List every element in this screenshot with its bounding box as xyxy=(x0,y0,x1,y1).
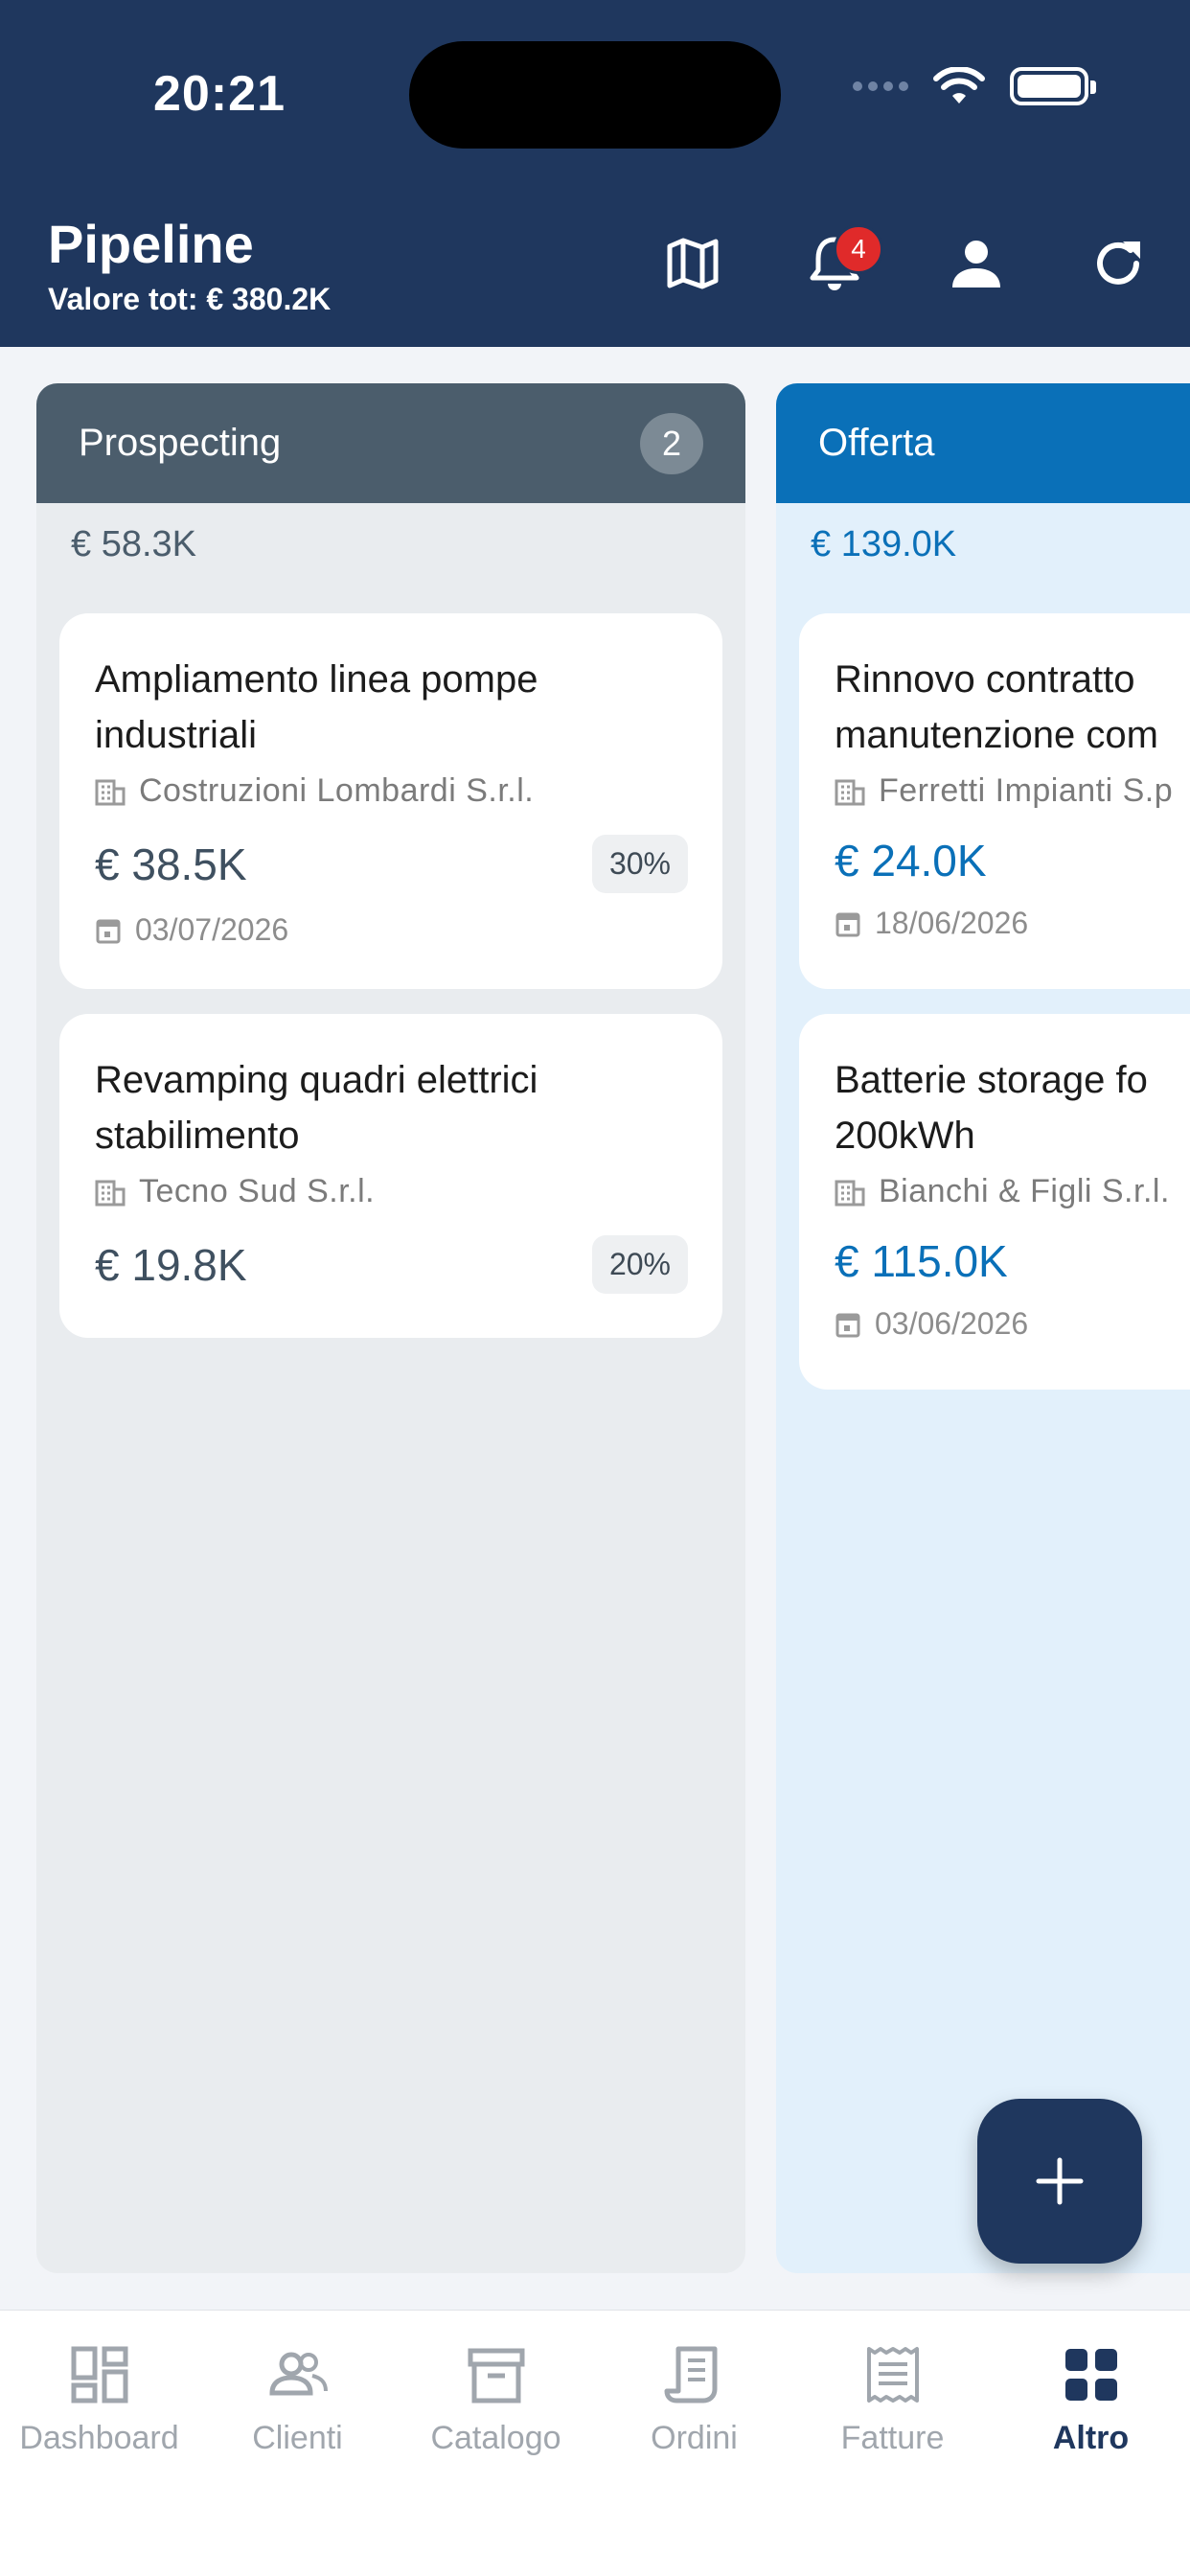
nav-label: Fatture xyxy=(840,2420,945,2456)
deal-client: Ferretti Impianti S.p xyxy=(879,772,1174,809)
status-icons xyxy=(853,67,1096,105)
column-title: Prospecting xyxy=(79,422,282,464)
refresh-button[interactable] xyxy=(1085,230,1152,297)
deal-amount: € 19.8K xyxy=(95,1239,247,1290)
add-deal-button[interactable] xyxy=(977,2099,1142,2264)
building-icon xyxy=(95,1180,126,1206)
people-icon xyxy=(268,2352,328,2396)
page-title: Pipeline xyxy=(48,214,254,274)
building-icon xyxy=(95,779,126,805)
nav-label: Catalogo xyxy=(430,2420,561,2456)
status-time: 20:21 xyxy=(153,66,286,122)
column-header[interactable]: Prospecting 2 xyxy=(36,383,745,503)
bottom-nav: Dashboard Clienti Catalogo Ordini Fattur… xyxy=(0,2310,1190,2576)
calendar-icon xyxy=(96,919,121,943)
building-icon xyxy=(835,1180,865,1206)
deal-amount: € 115.0K xyxy=(835,1236,1008,1286)
deal-card[interactable]: Rinnovo contratto manutenzione com Ferre… xyxy=(799,613,1190,989)
nav-label: Ordini xyxy=(651,2420,738,2456)
invoice-icon xyxy=(866,2347,919,2403)
notification-badge: 4 xyxy=(834,224,883,274)
app-header: 20:21 Pipeline Valore tot: € 380.2K 4 xyxy=(0,0,1190,347)
plus-icon xyxy=(1036,2157,1084,2205)
archive-icon xyxy=(468,2348,524,2404)
deal-amount: € 24.0K xyxy=(835,836,987,886)
nav-label: Dashboard xyxy=(19,2420,179,2456)
deal-amount: € 38.5K xyxy=(95,839,247,889)
deal-probability-badge: 20% xyxy=(591,1235,688,1294)
nav-dashboard[interactable]: Dashboard xyxy=(0,2343,198,2457)
dynamic-island xyxy=(409,41,781,149)
calendar-icon xyxy=(835,912,860,936)
refresh-icon xyxy=(1097,242,1140,285)
deal-card[interactable]: Batterie storage fo 200kWh Bianchi & Fig… xyxy=(799,1014,1190,1390)
nav-clienti[interactable]: Clienti xyxy=(198,2343,397,2457)
profile-button[interactable] xyxy=(943,230,1010,297)
pipeline-column-prospecting: Prospecting 2 € 58.3K Ampliamento linea … xyxy=(36,383,745,2273)
map-icon xyxy=(667,238,719,289)
battery-icon xyxy=(1010,67,1096,105)
dashboard-icon xyxy=(71,2346,127,2404)
map-button[interactable] xyxy=(659,230,726,297)
pipeline-column-offerta: Offerta € 139.0K Rinnovo contratto manut… xyxy=(776,383,1190,2273)
column-header[interactable]: Offerta xyxy=(776,383,1190,503)
nav-fatture[interactable]: Fatture xyxy=(793,2343,992,2457)
deal-card[interactable]: Revamping quadri elettrici stabilimento … xyxy=(59,1014,722,1338)
pipeline-total-value: Valore tot: € 380.2K xyxy=(48,282,332,316)
wifi-icon xyxy=(933,67,985,104)
building-icon xyxy=(835,779,865,805)
deal-client: Costruzioni Lombardi S.r.l. xyxy=(139,772,535,809)
nav-label: Clienti xyxy=(252,2420,343,2456)
deal-title: Rinnovo contratto manutenzione com xyxy=(835,658,1158,756)
deal-title: Revamping quadri elettrici stabilimento xyxy=(95,1059,538,1157)
nav-ordini[interactable]: Ordini xyxy=(595,2343,793,2457)
deal-close-date: 03/06/2026 xyxy=(875,1306,1029,1341)
person-icon xyxy=(952,241,1000,288)
grid-icon xyxy=(1064,2349,1117,2401)
column-title: Offerta xyxy=(818,422,935,464)
nav-catalogo[interactable]: Catalogo xyxy=(397,2343,595,2457)
deal-client: Tecno Sud S.r.l. xyxy=(139,1173,376,1209)
deal-card[interactable]: Ampliamento linea pompe industriali Cost… xyxy=(59,613,722,989)
receipt-icon xyxy=(664,2346,717,2404)
deal-client: Bianchi & Figli S.r.l. xyxy=(879,1173,1170,1209)
column-total: € 58.3K xyxy=(71,524,196,564)
column-count-badge: 2 xyxy=(640,413,703,474)
deal-title: Ampliamento linea pompe industriali xyxy=(95,658,538,756)
column-total: € 139.0K xyxy=(811,524,957,564)
deal-probability-badge: 30% xyxy=(591,835,688,893)
calendar-icon xyxy=(835,1313,860,1337)
deal-close-date: 03/07/2026 xyxy=(135,912,289,947)
signal-icon xyxy=(853,81,908,91)
nav-altro[interactable]: Altro xyxy=(992,2343,1190,2457)
deal-close-date: 18/06/2026 xyxy=(875,906,1029,940)
deal-title: Batterie storage fo 200kWh xyxy=(835,1059,1148,1157)
nav-label: Altro xyxy=(1052,2420,1130,2456)
